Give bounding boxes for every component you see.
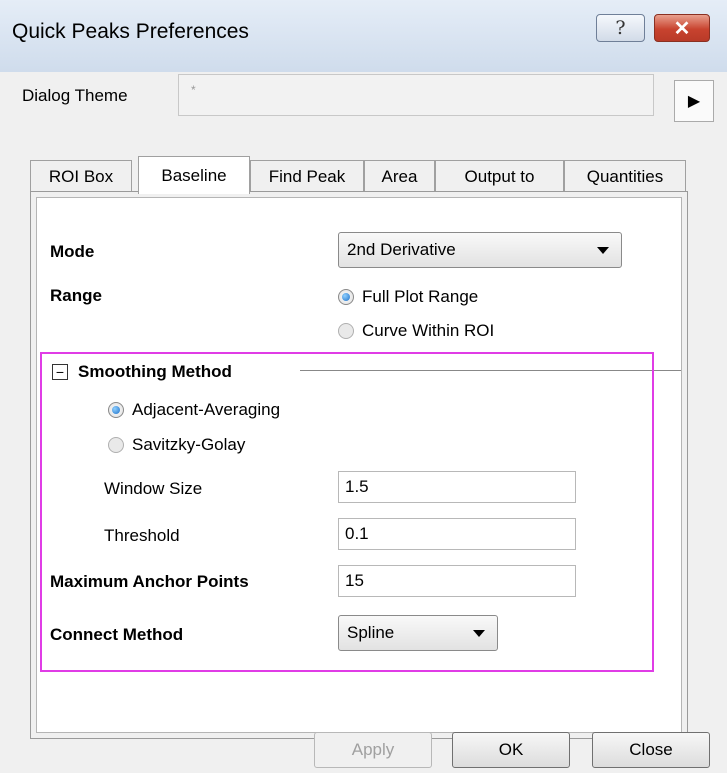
radio-label: Curve Within ROI — [362, 321, 495, 340]
baseline-settings-panel — [36, 197, 682, 733]
max-anchor-points-label: Maximum Anchor Points — [50, 572, 249, 591]
apply-button[interactable]: Apply — [314, 732, 432, 768]
ok-button[interactable]: OK — [452, 732, 570, 768]
radio-curve-within-roi[interactable]: Curve Within ROI — [338, 321, 494, 341]
section-divider — [300, 370, 681, 371]
connect-method-value: Spline — [347, 623, 395, 642]
tab-find-peak[interactable]: Find Peak — [250, 160, 364, 192]
dialog-theme-field[interactable]: * — [178, 74, 654, 116]
mode-select[interactable]: 2nd Derivative — [338, 232, 622, 268]
connect-method-select[interactable]: Spline — [338, 615, 498, 651]
window-size-label: Window Size — [104, 479, 203, 498]
smoothing-method-label: Smoothing Method — [78, 362, 232, 381]
window-size-input[interactable]: 1.5 — [338, 471, 576, 503]
chevron-down-icon — [473, 630, 485, 637]
mode-value: 2nd Derivative — [347, 240, 456, 259]
title-bar: Quick Peaks Preferences ? ✕ — [0, 0, 727, 73]
help-icon: ? — [615, 17, 626, 39]
radio-label: Adjacent-Averaging — [132, 400, 281, 419]
triangle-right-icon: ▶ — [687, 93, 701, 110]
threshold-input[interactable]: 0.1 — [338, 518, 576, 550]
threshold-label: Threshold — [104, 526, 180, 545]
window-title: Quick Peaks Preferences — [12, 20, 249, 43]
radio-full-plot-range[interactable]: Full Plot Range — [338, 287, 478, 307]
radio-adjacent-averaging[interactable]: Adjacent-Averaging — [108, 400, 280, 420]
tab-area[interactable]: Area — [364, 160, 435, 192]
help-button[interactable]: ? — [596, 14, 645, 42]
tab-roi-box[interactable]: ROI Box — [30, 160, 132, 192]
radio-unselected-icon — [338, 323, 354, 339]
tab-output-to[interactable]: Output to — [435, 160, 564, 192]
collapse-icon[interactable]: − — [52, 364, 68, 380]
radio-selected-icon — [108, 402, 124, 418]
connect-method-label: Connect Method — [50, 625, 184, 644]
mode-label: Mode — [50, 242, 95, 261]
radio-unselected-icon — [108, 437, 124, 453]
chevron-down-icon — [597, 247, 609, 254]
close-button[interactable]: Close — [592, 732, 710, 768]
tab-quantities[interactable]: Quantities — [564, 160, 686, 192]
dialog-theme-label: Dialog Theme — [22, 86, 128, 105]
tab-baseline[interactable]: Baseline — [138, 156, 250, 194]
radio-label: Savitzky-Golay — [132, 435, 246, 454]
theme-menu-button[interactable]: ▶ — [674, 80, 714, 122]
close-icon: ✕ — [673, 17, 691, 40]
range-label: Range — [50, 286, 102, 305]
window-close-button[interactable]: ✕ — [654, 14, 710, 42]
radio-selected-icon — [338, 289, 354, 305]
radio-label: Full Plot Range — [362, 287, 479, 306]
radio-savitzky-golay[interactable]: Savitzky-Golay — [108, 435, 245, 455]
dialog-theme-value: * — [191, 83, 196, 97]
max-anchor-points-input[interactable]: 15 — [338, 565, 576, 597]
